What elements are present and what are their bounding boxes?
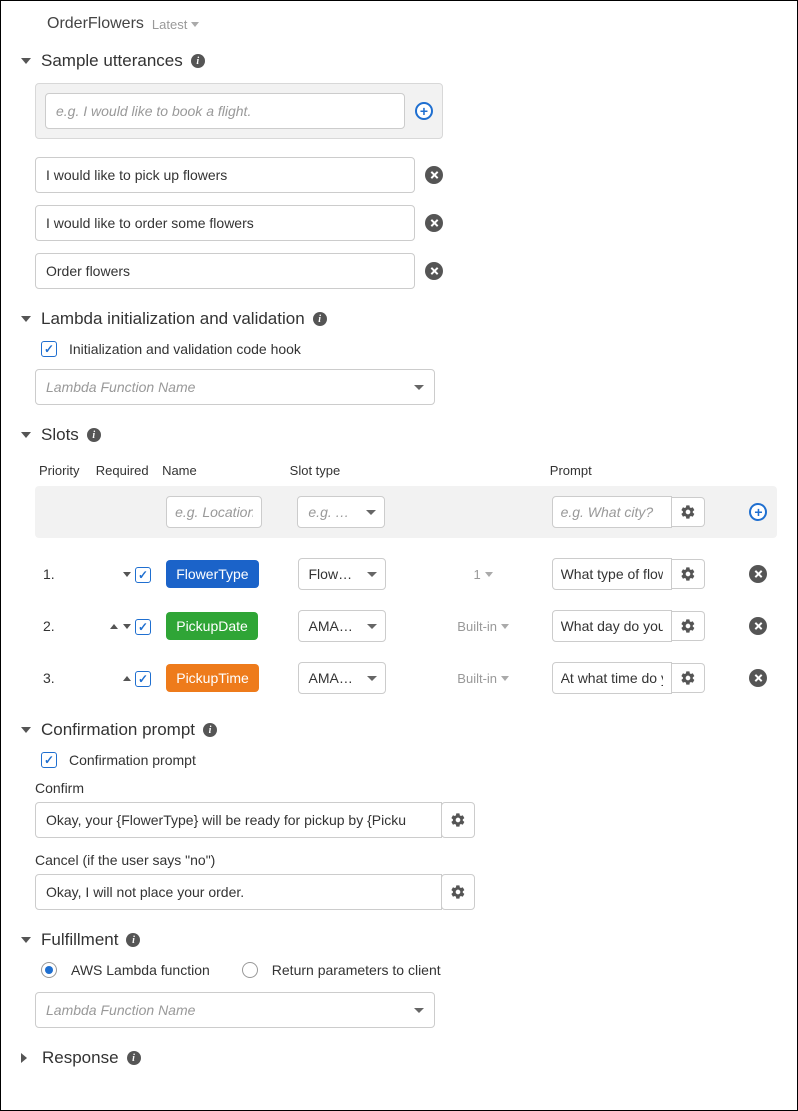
info-icon[interactable]: i: [87, 428, 101, 442]
new-slot-name-input[interactable]: [166, 496, 262, 528]
slot-version-select[interactable]: 1: [415, 567, 552, 582]
remove-slot-button[interactable]: [749, 617, 767, 635]
slot-settings-button[interactable]: [672, 611, 705, 641]
info-icon[interactable]: i: [203, 723, 217, 737]
slot-type-select[interactable]: AMA…: [298, 662, 386, 694]
caret-right-icon: [21, 1053, 32, 1063]
remove-slot-button[interactable]: [749, 669, 767, 687]
caret-down-icon: [21, 58, 31, 64]
caret-down-icon: [21, 727, 31, 733]
col-header-name: Name: [162, 463, 276, 478]
section-toggle-lambda[interactable]: Lambda initialization and validation i: [21, 309, 777, 329]
select-placeholder: Lambda Function Name: [46, 1002, 195, 1018]
slot-settings-button[interactable]: [672, 559, 705, 589]
slot-type-select[interactable]: Flowe…: [298, 558, 386, 590]
section-title-lambda: Lambda initialization and validation: [41, 309, 305, 329]
utterance-item[interactable]: [35, 157, 415, 193]
lambda-hook-checkbox[interactable]: [41, 341, 57, 357]
remove-utterance-button[interactable]: [425, 262, 443, 280]
remove-utterance-button[interactable]: [425, 166, 443, 184]
section-title-slots: Slots: [41, 425, 79, 445]
slot-priority: 3.: [39, 670, 98, 686]
cancel-label: Cancel (if the user says "no"): [35, 852, 777, 868]
utterance-add-row: [35, 83, 443, 139]
new-slot-prompt-input[interactable]: [552, 496, 672, 528]
slot-type-select[interactable]: AMA…: [298, 610, 386, 642]
slot-row: 3. PickupTime AMA… Built-in: [35, 656, 777, 700]
confirm-label: Confirm: [35, 780, 777, 796]
section-toggle-fulfillment[interactable]: Fulfillment i: [21, 930, 777, 950]
remove-slot-button[interactable]: [749, 565, 767, 583]
slot-prompt-input[interactable]: [552, 662, 672, 694]
section-toggle-confirmation[interactable]: Confirmation prompt i: [21, 720, 777, 740]
slot-builtin-select[interactable]: Built-in: [415, 671, 552, 686]
move-down-button[interactable]: [123, 624, 131, 629]
caret-down-icon: [21, 937, 31, 943]
slot-prompt-input[interactable]: [552, 610, 672, 642]
fulfillment-radio-return-label: Return parameters to client: [272, 962, 441, 978]
move-up-button[interactable]: [123, 676, 131, 681]
section-title-utterances: Sample utterances: [41, 51, 183, 71]
col-header-type: Slot type: [290, 463, 404, 478]
intent-name: OrderFlowers: [47, 15, 144, 33]
slot-required-checkbox[interactable]: [135, 567, 151, 583]
version-label: Latest: [152, 17, 187, 32]
slot-required-checkbox[interactable]: [135, 671, 151, 687]
col-header-priority: Priority: [39, 463, 96, 478]
lambda-function-select[interactable]: Lambda Function Name: [35, 369, 435, 405]
version-selector[interactable]: Latest: [152, 17, 199, 32]
slot-new-row: e.g. A…: [35, 486, 777, 538]
slot-priority: 1.: [39, 566, 98, 582]
info-icon[interactable]: i: [191, 54, 205, 68]
slot-name-chip[interactable]: PickupTime: [166, 664, 259, 692]
slot-name-chip[interactable]: FlowerType: [166, 560, 258, 588]
slot-name-chip[interactable]: PickupDate: [166, 612, 258, 640]
slot-required-checkbox[interactable]: [135, 619, 151, 635]
slot-row: 2. PickupDate AMA… Built-in: [35, 604, 777, 648]
move-down-button[interactable]: [123, 572, 131, 577]
section-toggle-utterances[interactable]: Sample utterances i: [21, 51, 777, 71]
col-header-prompt: Prompt: [550, 463, 673, 478]
section-title-fulfillment: Fulfillment: [41, 930, 118, 950]
lambda-hook-label: Initialization and validation code hook: [69, 341, 301, 357]
section-toggle-response[interactable]: Response i: [21, 1048, 777, 1068]
select-placeholder: Lambda Function Name: [46, 379, 195, 395]
info-icon[interactable]: i: [126, 933, 140, 947]
confirmation-checkbox-label: Confirmation prompt: [69, 752, 196, 768]
info-icon[interactable]: i: [313, 312, 327, 326]
new-slot-type-select[interactable]: e.g. A…: [297, 496, 385, 528]
fulfillment-radio-return[interactable]: [242, 962, 258, 978]
cancel-input[interactable]: [35, 874, 442, 910]
new-slot-settings-button[interactable]: [672, 497, 705, 527]
slot-row: 1. FlowerType Flowe… 1: [35, 552, 777, 596]
caret-down-icon: [21, 432, 31, 438]
cancel-settings-button[interactable]: [441, 874, 475, 910]
slot-priority: 2.: [39, 618, 98, 634]
slot-builtin-select[interactable]: Built-in: [415, 619, 552, 634]
confirm-input[interactable]: [35, 802, 442, 838]
section-toggle-slots[interactable]: Slots i: [21, 425, 777, 445]
slot-settings-button[interactable]: [672, 663, 705, 693]
col-header-required: Required: [96, 463, 162, 478]
utterance-item[interactable]: [35, 205, 415, 241]
remove-utterance-button[interactable]: [425, 214, 443, 232]
utterance-item[interactable]: [35, 253, 415, 289]
confirmation-checkbox[interactable]: [41, 752, 57, 768]
utterance-input[interactable]: [45, 93, 405, 129]
caret-down-icon: [21, 316, 31, 322]
add-utterance-button[interactable]: [415, 102, 433, 120]
fulfillment-radio-lambda-label: AWS Lambda function: [71, 962, 210, 978]
fulfillment-radio-lambda[interactable]: [41, 962, 57, 978]
chevron-down-icon: [191, 22, 199, 27]
slot-prompt-input[interactable]: [552, 558, 672, 590]
confirm-settings-button[interactable]: [441, 802, 475, 838]
add-slot-button[interactable]: [749, 503, 767, 521]
move-up-button[interactable]: [110, 624, 118, 629]
fulfillment-lambda-select[interactable]: Lambda Function Name: [35, 992, 435, 1028]
info-icon[interactable]: i: [127, 1051, 141, 1065]
section-title-confirmation: Confirmation prompt: [41, 720, 195, 740]
section-title-response: Response: [42, 1048, 119, 1068]
